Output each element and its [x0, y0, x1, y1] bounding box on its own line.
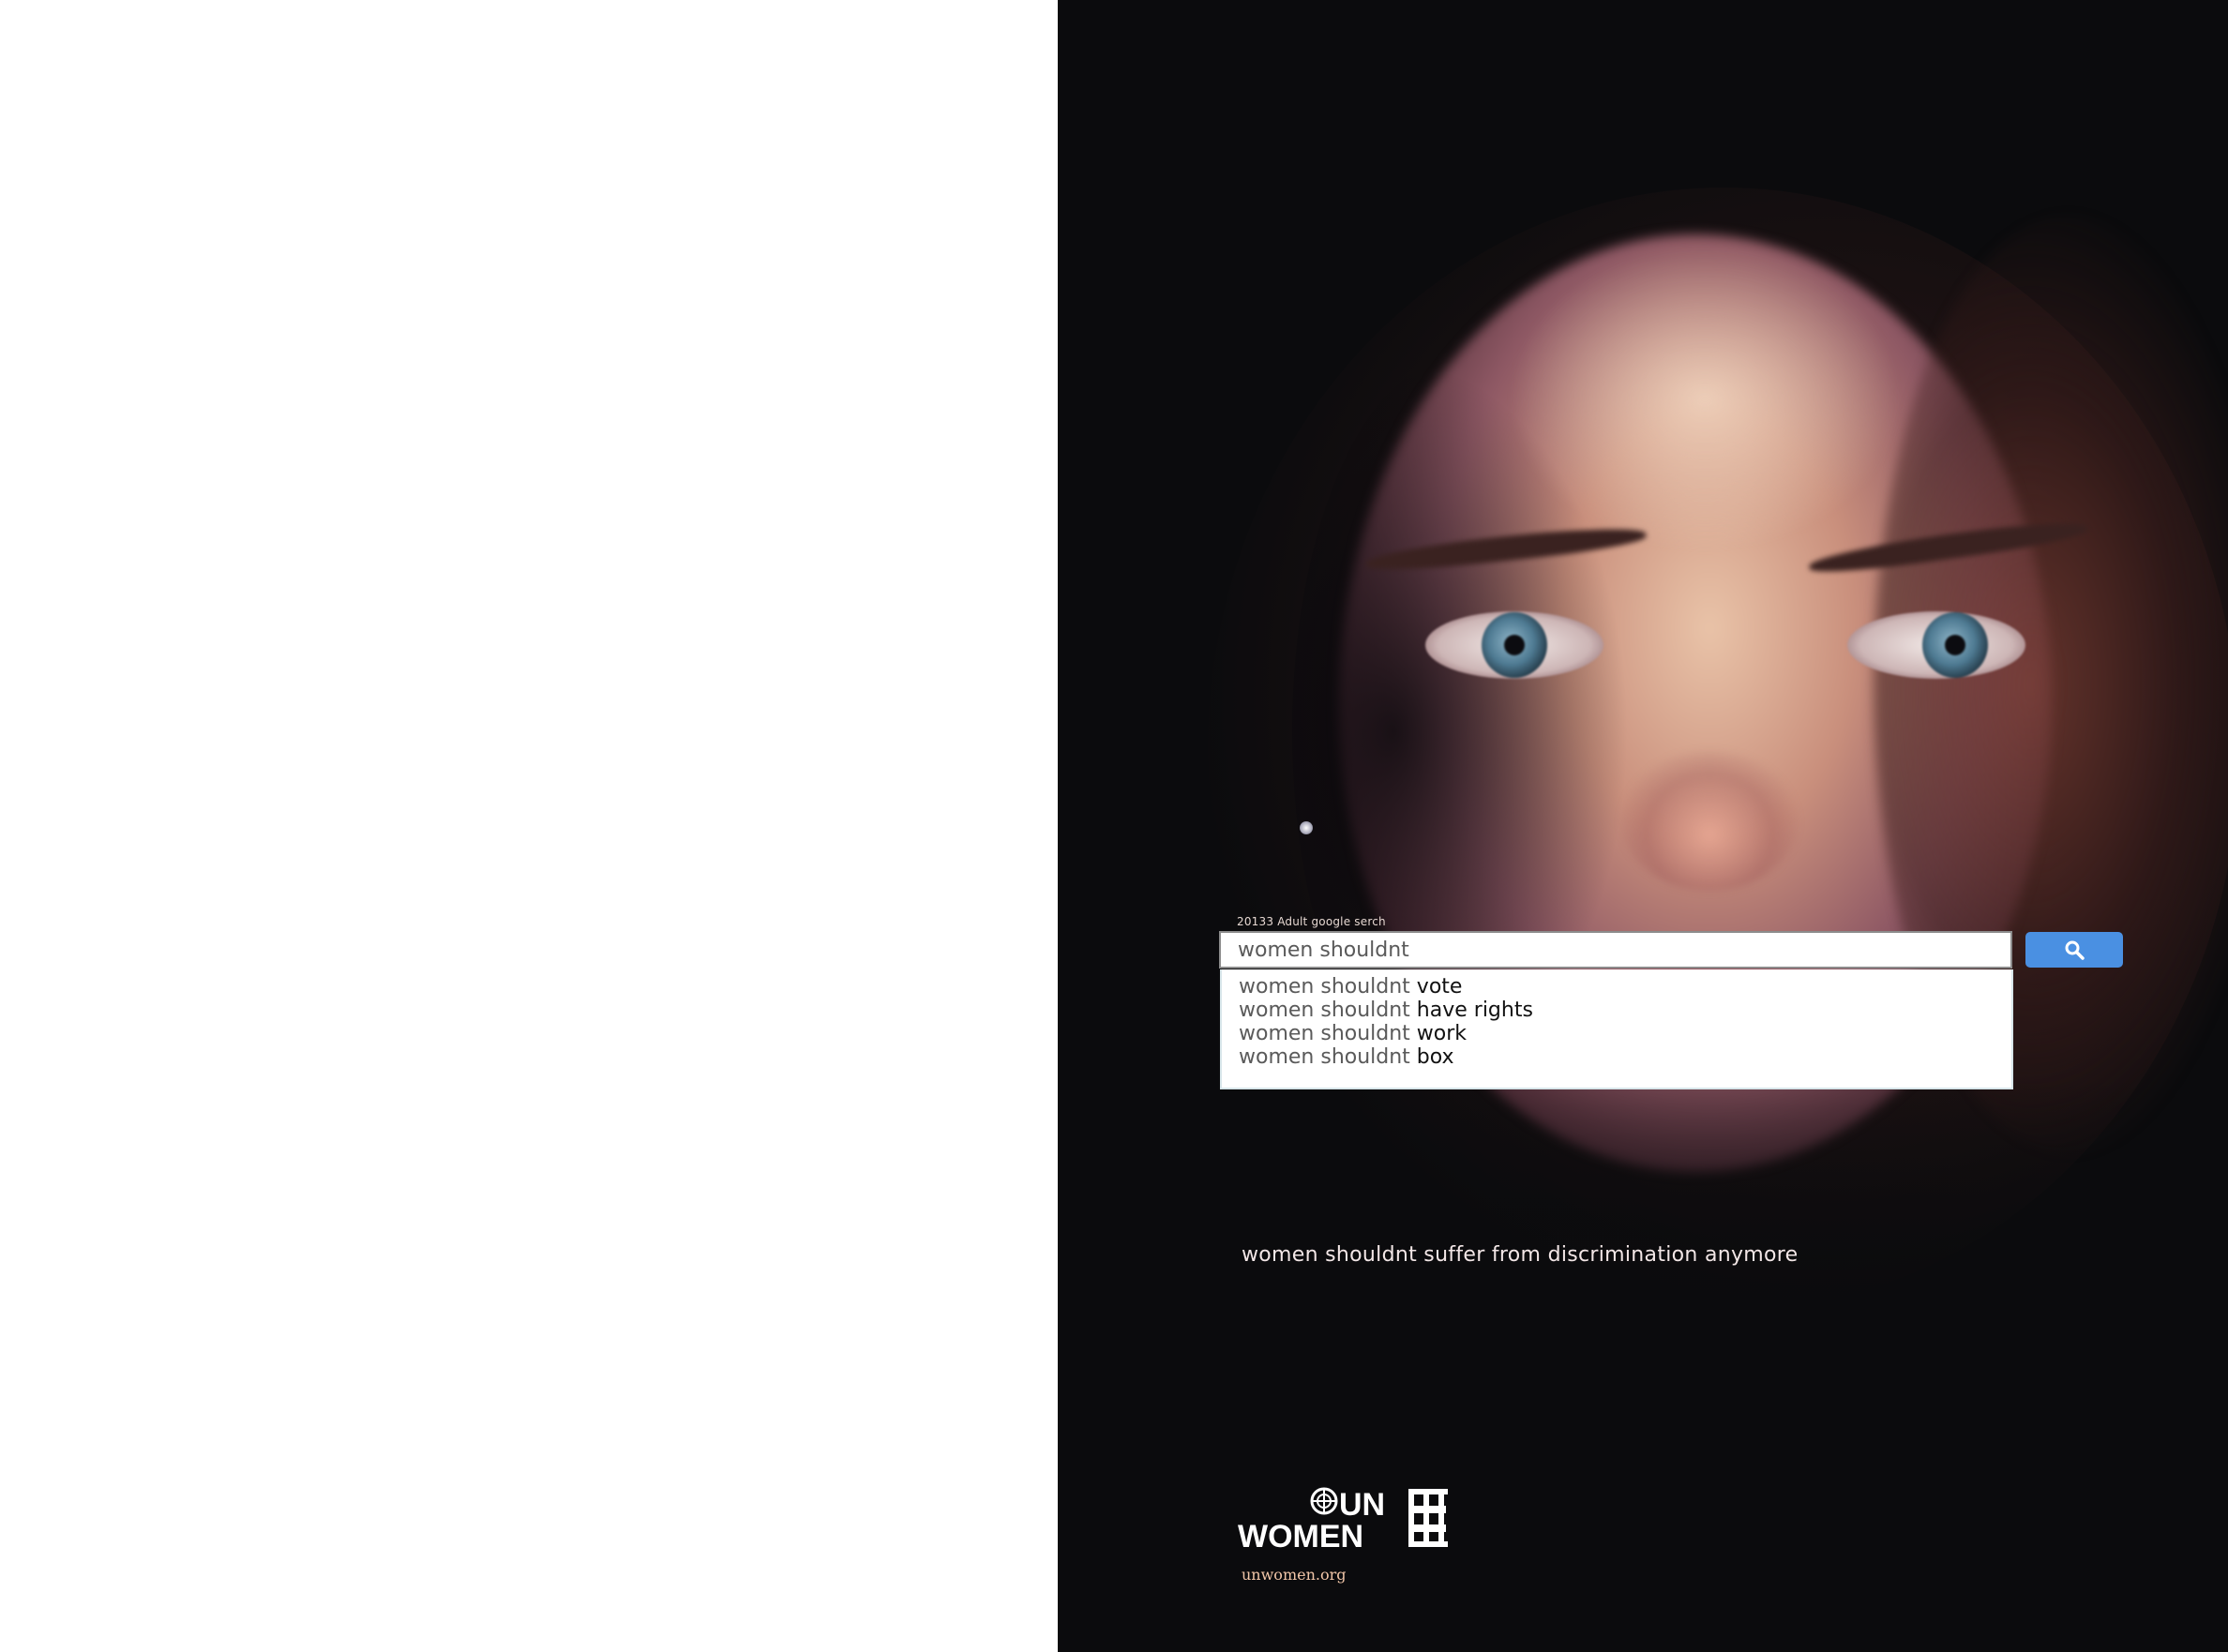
autocomplete-item[interactable]: women shouldnt vote — [1239, 975, 1995, 999]
logo-line-un: UN — [1339, 1487, 1385, 1523]
suggestion-completion: vote — [1409, 975, 1463, 999]
autocomplete-item[interactable]: women shouldnt box — [1239, 1045, 1995, 1069]
equality-symbol-icon — [1408, 1489, 1448, 1547]
suggestion-completion: have rights — [1409, 999, 1533, 1022]
right-eye — [1847, 611, 2025, 679]
suggestion-prefix: women shouldnt — [1239, 975, 1410, 999]
nose — [1620, 750, 1799, 891]
website-url: unwomen.org — [1242, 1566, 1347, 1584]
blank-left-panel — [0, 0, 1058, 1652]
left-iris — [1482, 612, 1547, 678]
right-iris — [1922, 612, 1988, 678]
suggestion-prefix: women shouldnt — [1239, 999, 1410, 1022]
page: 20133 Adult google serch women shouldnt … — [0, 0, 2228, 1652]
un-women-logo: UN WOMEN — [1238, 1487, 1448, 1551]
poster — [1058, 0, 2228, 1652]
suggestion-completion: box — [1409, 1045, 1454, 1069]
lower-dark-fade — [1058, 1078, 2228, 1652]
un-emblem-icon — [1310, 1487, 1338, 1515]
forehead-highlight — [1508, 244, 1902, 553]
search-input[interactable] — [1219, 931, 2012, 969]
suggestion-prefix: women shouldnt — [1239, 1045, 1410, 1069]
autocomplete-list: women shouldnt vote women shouldnt have … — [1220, 969, 2013, 1089]
autocomplete-item[interactable]: women shouldnt work — [1239, 1022, 1995, 1045]
suggestion-prefix: women shouldnt — [1239, 1022, 1410, 1045]
left-eye — [1425, 611, 1603, 679]
left-pupil — [1504, 635, 1525, 655]
search-caption: 20133 Adult google serch — [1237, 915, 1386, 928]
autocomplete-item[interactable]: women shouldnt have rights — [1239, 999, 1995, 1022]
search-button[interactable] — [2025, 932, 2123, 968]
earring — [1300, 821, 1313, 834]
suggestion-completion: work — [1409, 1022, 1468, 1045]
logo-line-women: WOMEN — [1238, 1519, 1363, 1551]
search-icon — [2065, 940, 2085, 960]
right-pupil — [1945, 635, 1965, 655]
tagline: women shouldnt suffer from discriminatio… — [1242, 1243, 1799, 1267]
